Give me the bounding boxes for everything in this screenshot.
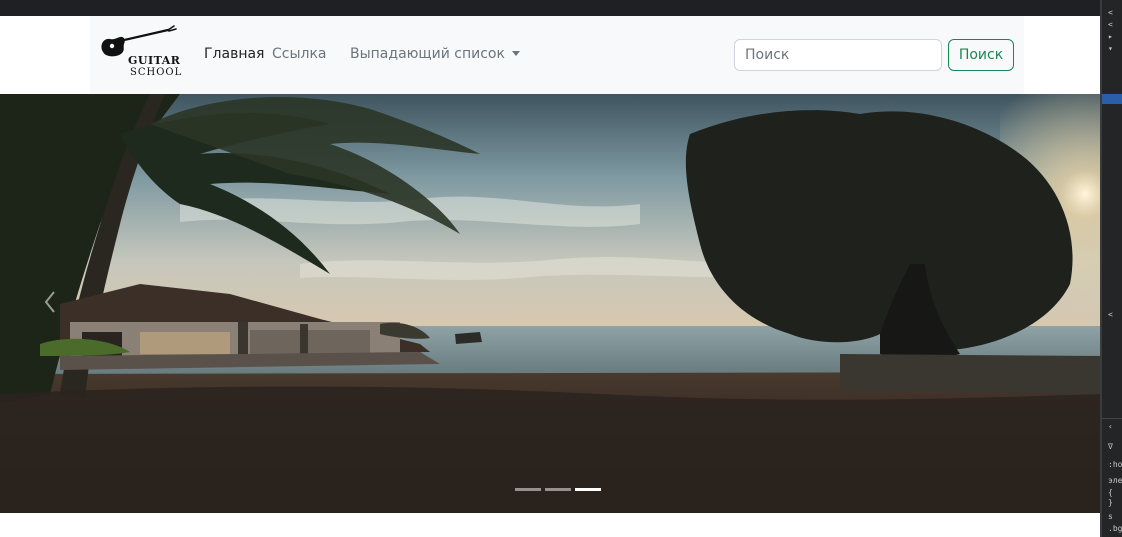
carousel-indicator-3[interactable] (575, 488, 601, 491)
brand-line-1: GUITAR (128, 54, 181, 67)
search-button[interactable]: Поиск (948, 39, 1014, 71)
devtools-line: :hov (1108, 460, 1122, 469)
browser-top-bar (0, 0, 1122, 16)
devtools-line: эле (1108, 476, 1122, 485)
devtools-line: ▾ (1108, 44, 1113, 53)
devtools-line: < (1108, 20, 1113, 29)
devtools-line: } (1108, 498, 1113, 507)
devtools-line: ▸ (1108, 32, 1113, 41)
devtools-panel: < < ▸ ▾ < ‹ ∇ :hov эле { } s .bg (1100, 0, 1122, 537)
nav-dropdown-toggle[interactable]: Выпадающий список (350, 46, 520, 62)
navbar: GUITAR SCHOOL Главная Ссылка Выпадающий … (90, 16, 1024, 94)
brand-line-2: SCHOOL (130, 67, 183, 78)
nav-link-home[interactable]: Главная (204, 46, 264, 62)
chevron-left-icon (44, 291, 55, 313)
devtools-line: < (1108, 8, 1113, 17)
carousel-prev-button[interactable] (0, 94, 100, 513)
carousel-slide-image (0, 94, 1100, 513)
nav-dropdown-label: Выпадающий список (350, 46, 505, 62)
devtools-line: { (1108, 488, 1113, 497)
carousel-next-button[interactable] (1000, 94, 1100, 513)
filter-icon[interactable]: ∇ (1108, 442, 1113, 451)
devtools-selected-node (1102, 94, 1122, 104)
nav-link-link[interactable]: Ссылка (272, 46, 327, 62)
search-input[interactable] (734, 39, 942, 71)
devtools-line: .bg (1108, 524, 1122, 533)
devtools-divider (1102, 418, 1122, 419)
brand-logo[interactable]: GUITAR SCHOOL (98, 24, 184, 78)
devtools-line[interactable]: ‹ (1108, 422, 1113, 431)
devtools-line: s (1108, 512, 1113, 521)
caret-down-icon (511, 51, 520, 56)
image-carousel (0, 94, 1100, 513)
page: GUITAR SCHOOL Главная Ссылка Выпадающий … (0, 16, 1100, 537)
carousel-indicator-1[interactable] (515, 488, 541, 491)
devtools-line: < (1108, 310, 1113, 319)
carousel-indicator-2[interactable] (545, 488, 571, 491)
